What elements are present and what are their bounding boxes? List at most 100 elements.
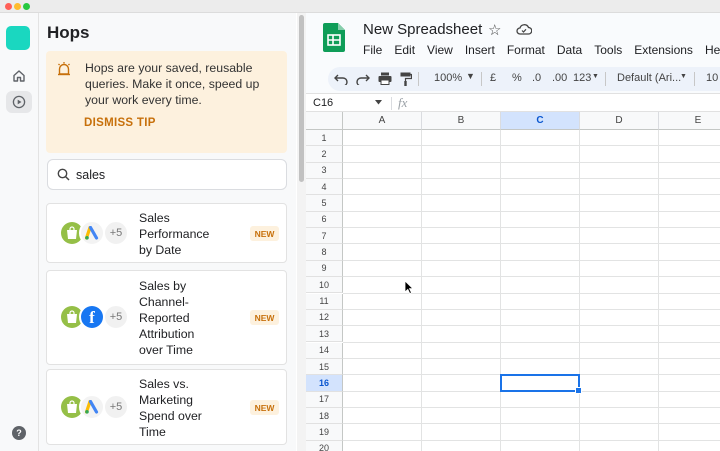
menu-data[interactable]: Data: [557, 43, 582, 57]
new-badge: NEW: [250, 226, 279, 241]
column-header-b[interactable]: B: [422, 112, 501, 130]
row-header-3[interactable]: 3: [306, 162, 343, 179]
menu-bar: File Edit View Insert Format Data Tools …: [363, 43, 720, 57]
menu-extensions[interactable]: Extensions: [634, 43, 693, 57]
home-button[interactable]: [6, 65, 32, 87]
row-header-10[interactable]: 10: [306, 277, 343, 294]
print-icon[interactable]: [378, 72, 392, 85]
google-ads-icon: [79, 394, 105, 420]
hops-panel: Hops Hops are your saved, reusable queri…: [39, 13, 296, 451]
home-icon: [13, 70, 25, 82]
star-icon[interactable]: ☆: [488, 21, 501, 39]
tip-box: Hops are your saved, reusable queries. M…: [46, 51, 287, 153]
facebook-icon: f: [79, 304, 105, 330]
menu-help[interactable]: Help: [705, 43, 720, 57]
row-header-11[interactable]: 11: [306, 293, 343, 310]
chevron-down-icon[interactable]: [375, 100, 382, 105]
extension-rail: ?: [0, 13, 39, 451]
menu-file[interactable]: File: [363, 43, 382, 57]
select-all-corner[interactable]: [306, 112, 343, 130]
column-header-c[interactable]: C: [501, 112, 580, 130]
row-header-4[interactable]: 4: [306, 179, 343, 196]
hops-button[interactable]: [6, 91, 32, 113]
grid-line: [343, 227, 720, 229]
tip-text: Hops are your saved, reusable queries. M…: [85, 61, 260, 107]
menu-format[interactable]: Format: [507, 43, 545, 57]
row-header-1[interactable]: 1: [306, 130, 343, 147]
grid-line: [343, 194, 720, 196]
row-header-16[interactable]: 16: [306, 375, 343, 392]
row-header-5[interactable]: 5: [306, 195, 343, 212]
zoom-select[interactable]: 100%: [434, 72, 462, 84]
hop-card[interactable]: +5 Sales vs. Marketing Spend over Time N…: [46, 369, 287, 445]
new-badge: NEW: [250, 400, 279, 415]
hop-title: Sales vs. Marketing Spend over Time: [139, 377, 202, 439]
close-window-button[interactable]: [5, 3, 12, 10]
menu-view[interactable]: View: [427, 43, 453, 57]
help-icon[interactable]: ?: [12, 426, 26, 440]
maximize-window-button[interactable]: [23, 3, 30, 10]
row-header-14[interactable]: 14: [306, 342, 343, 359]
menu-insert[interactable]: Insert: [465, 43, 495, 57]
undo-icon[interactable]: [334, 73, 348, 85]
row-header-18[interactable]: 18: [306, 407, 343, 425]
fx-icon: fx: [398, 95, 408, 110]
row-header-12[interactable]: 12: [306, 309, 343, 327]
search-input[interactable]: [76, 166, 276, 184]
dismiss-tip-button[interactable]: DISMISS TIP: [84, 117, 156, 129]
column-header-e[interactable]: E: [659, 112, 720, 130]
hop-card[interactable]: +5 Sales Performance by Date NEW: [46, 203, 287, 263]
increase-decimal-button[interactable]: .00: [552, 72, 567, 84]
row-header-19[interactable]: 19: [306, 424, 343, 441]
grid-line: [343, 308, 720, 310]
grid-line: [343, 341, 720, 343]
row-header-9[interactable]: 9: [306, 260, 343, 278]
paint-format-icon[interactable]: [400, 72, 412, 86]
document-title[interactable]: New Spreadsheet: [363, 21, 482, 38]
grid-line: [343, 325, 720, 327]
sheets-logo-icon[interactable]: [323, 23, 345, 52]
column-header-a[interactable]: A: [343, 112, 422, 130]
cell-grid[interactable]: A B C D E 1 2 3 4 5 6 7 8 9 10 11 12 13 14 15 16 17 18 19 20: [306, 112, 720, 451]
formula-bar: C16 fx: [306, 93, 720, 112]
currency-format-button[interactable]: £: [490, 72, 496, 84]
font-select[interactable]: Default (Ari...: [617, 72, 681, 84]
toolbar: 100% ▼ £ % .0 .00 123 ▼ Default (Ari... …: [328, 67, 720, 91]
percent-format-button[interactable]: %: [512, 72, 522, 84]
grid-line: [343, 276, 720, 278]
row-header-17[interactable]: 17: [306, 391, 343, 408]
chevron-down-icon[interactable]: ▼: [680, 73, 687, 80]
row-header-2[interactable]: 2: [306, 146, 343, 163]
column-header-d[interactable]: D: [580, 112, 659, 130]
row-header-20[interactable]: 20: [306, 440, 343, 451]
panel-scrollbar[interactable]: [297, 13, 306, 451]
font-size-input[interactable]: 10: [706, 72, 718, 84]
row-header-13[interactable]: 13: [306, 326, 343, 343]
scrollbar-thumb[interactable]: [299, 15, 304, 182]
redo-icon[interactable]: [356, 73, 370, 85]
minimize-window-button[interactable]: [14, 3, 21, 10]
grid-line: [343, 210, 720, 212]
cloud-saved-icon[interactable]: [516, 23, 532, 35]
app-logo[interactable]: [6, 26, 30, 50]
grid-line: [343, 145, 720, 147]
chevron-down-icon[interactable]: ▼: [592, 73, 599, 80]
grid-line: [343, 406, 720, 408]
name-box[interactable]: C16: [313, 97, 383, 109]
row-header-15[interactable]: 15: [306, 358, 343, 376]
hop-title: Sales Performance by Date: [139, 211, 210, 257]
panel-title: Hops: [47, 23, 90, 42]
hop-card[interactable]: f +5 Sales by Channel-Reported Attributi…: [46, 270, 287, 365]
number-format-select[interactable]: 123: [573, 72, 591, 84]
new-badge: NEW: [250, 310, 279, 325]
row-header-8[interactable]: 8: [306, 244, 343, 261]
decrease-decimal-button[interactable]: .0: [532, 72, 541, 84]
menu-tools[interactable]: Tools: [594, 43, 622, 57]
chevron-down-icon[interactable]: ▼: [466, 71, 475, 81]
row-header-7[interactable]: 7: [306, 228, 343, 245]
menu-edit[interactable]: Edit: [394, 43, 415, 57]
hop-title: Sales by Channel-Reported Attribution ov…: [139, 279, 195, 357]
row-header-6[interactable]: 6: [306, 211, 343, 229]
selected-cell[interactable]: [500, 374, 582, 394]
grid-line: [343, 259, 720, 261]
